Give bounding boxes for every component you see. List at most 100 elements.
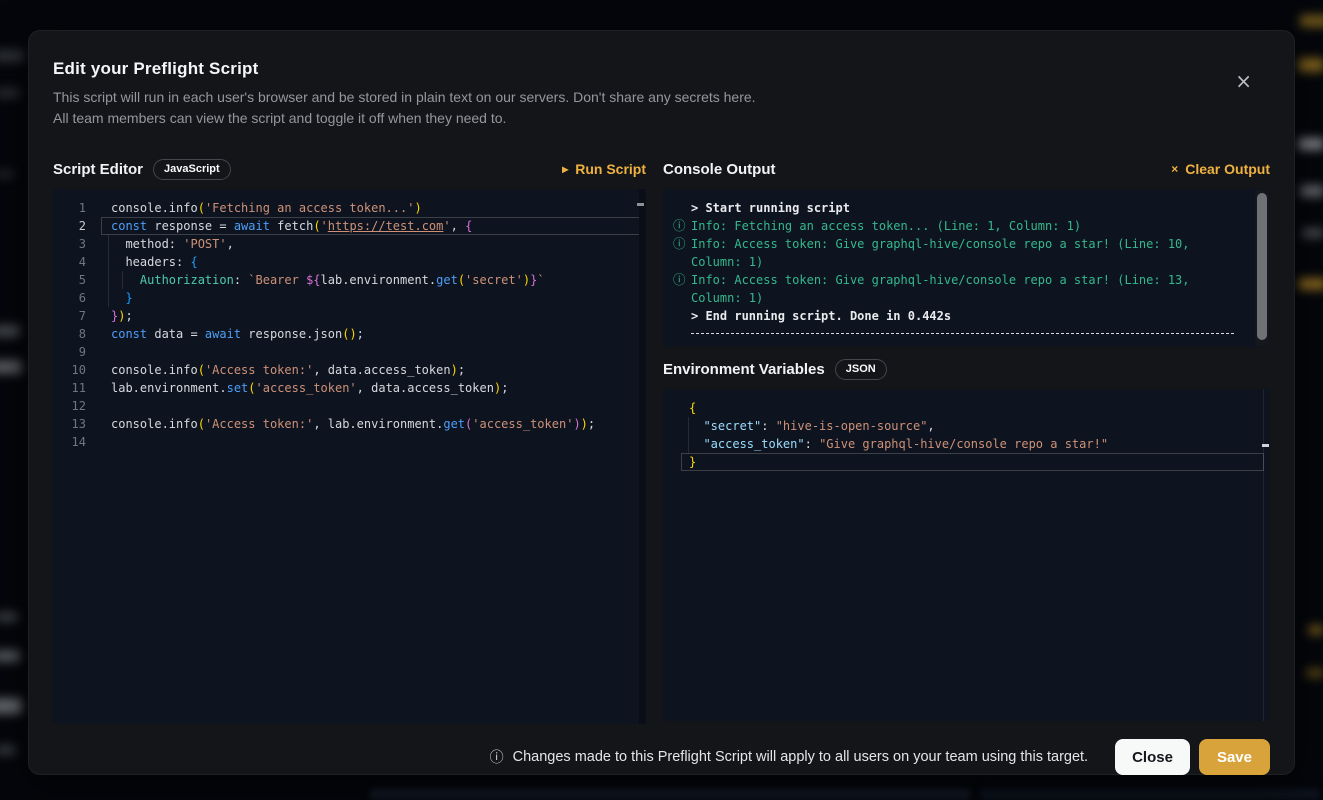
- code-line: 8const data = await response.json();: [53, 325, 640, 343]
- indent-guide: [108, 271, 109, 289]
- code-line: 1console.info('Fetching an access token.…: [53, 199, 640, 217]
- code-token: console.info: [111, 417, 198, 431]
- code-token: "hive-is-open-source": [776, 419, 928, 433]
- code-line: 6 }: [53, 289, 640, 307]
- indent-guide: [688, 417, 689, 435]
- code-token: (: [198, 417, 205, 431]
- code-token: response =: [147, 219, 234, 233]
- code-token: (: [198, 363, 205, 377]
- language-badge: JavaScript: [153, 159, 231, 180]
- run-script-button[interactable]: ▸ Run Script: [562, 161, 646, 177]
- code-token: headers:: [111, 255, 190, 269]
- code-line: }: [681, 453, 1264, 471]
- code-token: 'Access token:': [205, 417, 313, 431]
- code-line: 4 headers: {: [53, 253, 640, 271]
- code-token: ': [321, 219, 328, 233]
- line-number: 6: [53, 289, 101, 307]
- env-code-lines: { "secret": "hive-is-open-source", "acce…: [663, 399, 1270, 471]
- script-editor-title: Script Editor: [53, 161, 143, 178]
- code-token: response.json: [241, 327, 342, 341]
- code-line: 10console.info('Access token:', data.acc…: [53, 361, 640, 379]
- close-button[interactable]: Close: [1115, 739, 1190, 775]
- code-token: lab.environment.: [111, 381, 227, 395]
- code-token: ,: [451, 219, 465, 233]
- code-line: {: [681, 399, 1264, 417]
- line-number: 3: [53, 235, 101, 253]
- code-token: `Bearer: [248, 273, 306, 287]
- overview-ruler-mark: [1262, 444, 1269, 447]
- line-number: 4: [53, 253, 101, 271]
- console-icon-spacer: [673, 307, 691, 325]
- indent-guide: [108, 235, 109, 253]
- console-line-text: > Start running script: [691, 199, 1258, 217]
- code-line: 2const response = await fetch('https://t…: [53, 217, 640, 235]
- code-token: console.info: [111, 201, 198, 215]
- info-icon: ⓘ: [673, 217, 691, 235]
- code-token: Authorization: [111, 273, 234, 287]
- code-line: 3 method: 'POST',: [53, 235, 640, 253]
- console-scrollbar[interactable]: [1255, 190, 1269, 346]
- code-token: set: [227, 381, 249, 395]
- code-token: (: [313, 219, 320, 233]
- line-number: 5: [53, 271, 101, 289]
- console-lines: > Start running scriptⓘInfo: Fetching an…: [673, 199, 1258, 334]
- code-line: 12: [53, 397, 640, 415]
- right-column: Console Output × Clear Output > Start ru…: [663, 157, 1270, 724]
- code-token: ): [451, 363, 458, 377]
- code-token: [689, 437, 703, 451]
- script-editor-code[interactable]: 1console.info('Fetching an access token.…: [53, 189, 646, 724]
- indent-guide: [122, 271, 123, 289]
- code-token: , data.access_token: [357, 381, 494, 395]
- json-badge: JSON: [835, 359, 887, 380]
- console-output-title: Console Output: [663, 161, 776, 178]
- console-line-text: Info: Fetching an access token... (Line:…: [691, 217, 1258, 235]
- code-token: ,: [927, 419, 934, 433]
- code-token: , data.access_token: [313, 363, 450, 377]
- console-separator: [691, 333, 1234, 334]
- line-number: 7: [53, 307, 101, 325]
- modal-title: Edit your Preflight Script: [29, 31, 1294, 79]
- code-token: "secret": [703, 419, 761, 433]
- code-token: ': [443, 219, 450, 233]
- code-token: const: [111, 219, 147, 233]
- code-line: 14: [53, 433, 640, 451]
- indent-guide: [688, 435, 689, 453]
- code-token: 'access_token': [256, 381, 357, 395]
- code-token: (: [458, 273, 465, 287]
- console-line: > Start running script: [673, 199, 1258, 217]
- close-icon[interactable]: ×: [1235, 71, 1252, 91]
- overview-ruler-mark: [637, 203, 644, 206]
- console-icon-spacer: [673, 199, 691, 217]
- line-number: 2: [53, 217, 101, 235]
- code-token: get: [443, 417, 465, 431]
- clear-output-button[interactable]: × Clear Output: [1171, 161, 1270, 177]
- line-number: 8: [53, 325, 101, 343]
- code-token: ): [349, 327, 356, 341]
- indent-guide: [108, 253, 109, 271]
- code-token: :: [805, 437, 819, 451]
- line-number: 10: [53, 361, 101, 379]
- code-token: 'POST': [183, 237, 226, 251]
- environment-variables-editor[interactable]: { "secret": "hive-is-open-source", "acce…: [663, 389, 1270, 721]
- save-button[interactable]: Save: [1199, 739, 1270, 775]
- code-token: console.info: [111, 363, 198, 377]
- code-token: ,: [227, 237, 234, 251]
- console-scrollbar-thumb[interactable]: [1257, 193, 1267, 340]
- script-editor-scrollbar[interactable]: [639, 189, 646, 724]
- code-token: get: [436, 273, 458, 287]
- code-token: (: [198, 201, 205, 215]
- code-token: (: [248, 381, 255, 395]
- indent-guide: [108, 289, 109, 307]
- code-token: ): [581, 417, 588, 431]
- script-code-lines: 1console.info('Fetching an access token.…: [53, 199, 646, 451]
- code-token: {: [465, 219, 472, 233]
- code-token: ;: [458, 363, 465, 377]
- footer-note-text: Changes made to this Preflight Script wi…: [513, 749, 1088, 765]
- console-line-text: Info: Access token: Give graphql-hive/co…: [691, 271, 1258, 307]
- line-number: 9: [53, 343, 101, 361]
- clear-output-label: Clear Output: [1185, 161, 1270, 177]
- modal-footer: ⓘ Changes made to this Preflight Script …: [29, 724, 1294, 775]
- code-token: await: [205, 327, 241, 341]
- code-token: ${: [306, 273, 320, 287]
- code-token: "Give graphql-hive/console repo a star!": [819, 437, 1108, 451]
